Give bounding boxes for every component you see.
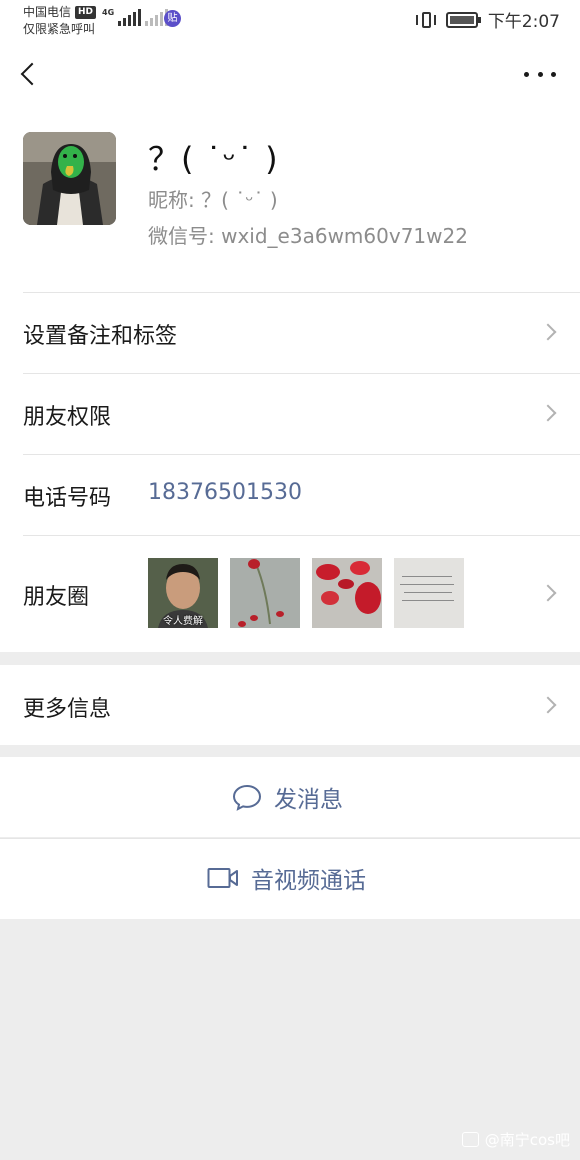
chevron-right-icon (539, 323, 557, 341)
chevron-right-icon (539, 696, 557, 714)
divider (23, 535, 580, 536)
paste-app-icon: 贴 (164, 10, 181, 27)
set-remark-label: 设置备注和标签 (23, 324, 178, 349)
phone-number-link[interactable]: 18376501530 (148, 480, 302, 505)
divider (23, 454, 580, 455)
friend-permissions-label: 朋友权限 (23, 405, 112, 430)
video-call-button[interactable]: 音视频通话 (0, 838, 580, 919)
more-info-label: 更多信息 (23, 697, 112, 722)
emergency-only-text: 仅限紧急呼叫 (23, 22, 96, 36)
wechat-id-value: wxid_e3a6wm60v71w22 (221, 224, 468, 248)
signal-indicator: 4G (102, 8, 169, 26)
moments-item[interactable]: 朋友圈 令人费解 (0, 535, 580, 652)
network-type: 4G (102, 8, 115, 17)
video-call-label: 音视频通话 (251, 868, 366, 894)
carrier-info: 中国电信 HD 仅限紧急呼叫 (23, 4, 97, 38)
moments-label: 朋友圈 (23, 585, 90, 610)
divider (23, 373, 580, 374)
moments-thumbnails: 令人费解 (148, 558, 464, 628)
watermark: @南宁cos吧 (461, 1129, 570, 1150)
carrier-name: 中国电信 (23, 5, 72, 19)
phone-number-item: 电话号码 18376501530 (0, 454, 580, 535)
profile-header: ？( ˙ᵕ˙ ) 昵称: ？( ˙ᵕ˙ ) 微信号: wxid_e3a6wm60… (0, 108, 580, 292)
wechat-id-label: 微信号: (148, 224, 215, 248)
send-message-button[interactable]: 发消息 (0, 757, 580, 837)
chevron-right-icon (539, 404, 557, 422)
back-icon[interactable] (14, 54, 46, 94)
forum-icon (461, 1132, 479, 1147)
moments-thumbnail (230, 558, 300, 628)
moments-thumbnail (312, 558, 382, 628)
nickname-value: ？( ˙ᵕ˙ ) (201, 188, 278, 212)
send-message-label: 发消息 (274, 787, 343, 813)
navigation-bar (0, 42, 580, 108)
friend-permissions-item[interactable]: 朋友权限 (0, 373, 580, 454)
more-options-icon[interactable] (518, 62, 562, 86)
hd-badge: HD (75, 6, 97, 19)
set-remark-and-tags-item[interactable]: 设置备注和标签 (0, 292, 580, 373)
nickname-label: 昵称: (148, 188, 195, 212)
clock: 下午2:07 (487, 12, 560, 32)
moments-thumbnail: 令人费解 (148, 558, 218, 628)
wechat-id-row: 微信号: wxid_e3a6wm60v71w22 (148, 220, 468, 249)
vibrate-icon (415, 11, 436, 29)
avatar[interactable] (23, 132, 116, 225)
nickname-row: 昵称: ？( ˙ᵕ˙ ) (148, 184, 278, 213)
profile-name: ？( ˙ᵕ˙ ) (148, 140, 279, 178)
moments-thumbnail (394, 558, 464, 628)
chevron-right-icon (539, 584, 557, 602)
watermark-text: @南宁cos吧 (484, 1131, 570, 1149)
chat-bubble-icon (232, 784, 262, 811)
phone-number-label: 电话号码 (23, 486, 112, 511)
status-bar: 中国电信 HD 仅限紧急呼叫 4G 贴 下午2:07 (0, 0, 580, 42)
video-camera-icon (207, 868, 238, 888)
signal-bars-icon (118, 8, 142, 26)
moments-thumbnail-caption: 令人费解 (163, 616, 203, 627)
divider (23, 292, 580, 293)
more-info-item[interactable]: 更多信息 (0, 665, 580, 745)
battery-icon (445, 11, 481, 28)
